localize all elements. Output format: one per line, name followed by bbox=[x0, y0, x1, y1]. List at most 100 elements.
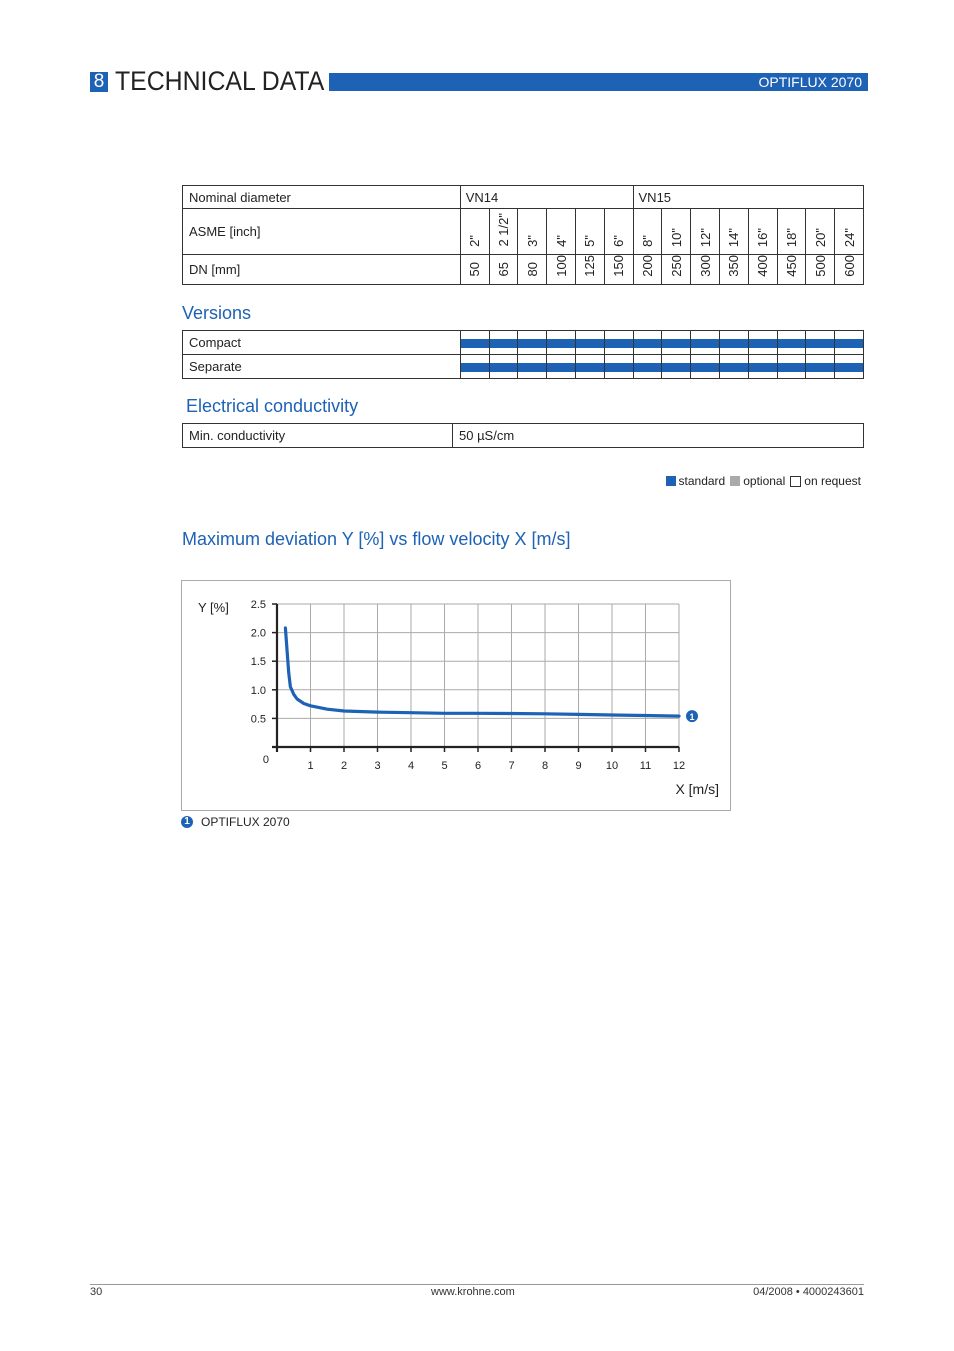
availability-cell bbox=[574, 330, 605, 355]
availability-cell bbox=[603, 354, 634, 379]
dn-value: 65 bbox=[495, 262, 511, 277]
dn-cell: 200 bbox=[632, 254, 663, 285]
dn-value: 350 bbox=[726, 255, 742, 277]
asme-row: ASME [inch] 2" 2 1/2" 3" 4" 5" 6" 8" 10" 12" 14" 1… bbox=[182, 208, 864, 255]
availability-cell bbox=[805, 330, 836, 355]
availability-cell bbox=[834, 330, 864, 355]
x-tick-label: 4 bbox=[408, 760, 414, 772]
asme-cell: 2" bbox=[459, 208, 490, 255]
availability-bar-standard bbox=[835, 363, 863, 372]
availability-bar-standard bbox=[691, 339, 719, 348]
asme-value: 16" bbox=[755, 227, 771, 247]
page-title: TECHNICAL DATA bbox=[115, 66, 325, 96]
dn-label: DN [mm] bbox=[182, 254, 461, 285]
dn-cell: 450 bbox=[776, 254, 807, 285]
diameter-table: Nominal diameter VN14 VN15 ASME [inch] 2… bbox=[182, 185, 865, 285]
availability-bar-standard bbox=[719, 339, 748, 348]
y-tick-label: 1.0 bbox=[251, 685, 266, 697]
conductivity-value: 50 µS/cm bbox=[452, 423, 864, 448]
availability-bar-standard bbox=[748, 339, 777, 348]
asme-cell: 20" bbox=[805, 208, 836, 255]
versions-table: Compact Separate bbox=[182, 330, 864, 379]
nominal-label: Nominal diameter bbox=[182, 185, 461, 209]
availability-bar-standard bbox=[460, 363, 489, 372]
dn-cell: 500 bbox=[805, 254, 836, 285]
dn-value: 500 bbox=[812, 255, 828, 277]
availability-cell bbox=[661, 330, 692, 355]
availability-bar-standard bbox=[691, 363, 719, 372]
product-name: OPTIFLUX 2070 bbox=[758, 74, 863, 90]
conductivity-label: Min. conductivity bbox=[182, 423, 453, 448]
asme-value: 5" bbox=[582, 235, 598, 247]
asme-value: 8" bbox=[639, 235, 655, 247]
availability-cell bbox=[517, 330, 548, 355]
asme-cell: 3" bbox=[517, 208, 548, 255]
availability-cell bbox=[574, 354, 605, 379]
x-tick-label: 10 bbox=[606, 760, 618, 772]
x-tick-label: 7 bbox=[508, 760, 514, 772]
dn-cell: 300 bbox=[690, 254, 720, 285]
availability-cell bbox=[459, 330, 490, 355]
asme-value: 14" bbox=[726, 227, 742, 247]
asme-cell: 10" bbox=[661, 208, 692, 255]
dn-cell: 400 bbox=[747, 254, 778, 285]
availability-bar-standard bbox=[518, 339, 547, 348]
availability-cell bbox=[632, 354, 663, 379]
availability-bar-standard bbox=[719, 363, 748, 372]
y-axis-label: Y [%] bbox=[198, 600, 229, 615]
dn-value: 300 bbox=[697, 255, 713, 277]
y-tick-label: 1.5 bbox=[251, 656, 266, 668]
availability-bar-standard bbox=[633, 363, 662, 372]
dn-value: 100 bbox=[553, 255, 569, 277]
website-link[interactable]: www.krohne.com bbox=[431, 1286, 515, 1298]
asme-label: ASME [inch] bbox=[182, 208, 461, 255]
x-tick-label: 2 bbox=[341, 760, 347, 772]
dn-value: 600 bbox=[841, 255, 857, 277]
dn-cell: 50 bbox=[459, 254, 490, 285]
versions-heading: Versions bbox=[182, 303, 252, 323]
section-number-badge: 8 bbox=[90, 72, 108, 92]
x-tick-label: 5 bbox=[441, 760, 447, 772]
legend: standard optional on request bbox=[665, 474, 863, 488]
availability-cell bbox=[546, 330, 576, 355]
availability-cell bbox=[776, 354, 807, 379]
x-tick-label: 1 bbox=[307, 760, 313, 772]
availability-bar-standard bbox=[662, 339, 691, 348]
group-vn14: VN14 bbox=[459, 185, 634, 209]
availability-cell bbox=[488, 330, 519, 355]
availability-cell bbox=[834, 354, 864, 379]
version-row: Separate bbox=[182, 354, 864, 379]
availability-bar-standard bbox=[777, 339, 806, 348]
dn-cell: 65 bbox=[488, 254, 519, 285]
availability-cell bbox=[805, 354, 836, 379]
availability-cell bbox=[632, 330, 663, 355]
dn-value: 80 bbox=[524, 262, 540, 277]
availability-bar-standard bbox=[489, 339, 518, 348]
legend-swatch-optional bbox=[730, 476, 741, 486]
x-axis-label: X [m/s] bbox=[675, 781, 719, 797]
asme-cell: 5" bbox=[574, 208, 605, 255]
group-vn15: VN15 bbox=[632, 185, 865, 209]
asme-value: 2 1/2" bbox=[495, 213, 511, 247]
dn-cell: 250 bbox=[661, 254, 692, 285]
availability-cell bbox=[718, 354, 749, 379]
asme-cell: 12" bbox=[690, 208, 720, 255]
asme-value: 20" bbox=[812, 227, 828, 247]
x-tick-label: 6 bbox=[475, 760, 481, 772]
dn-cell: 100 bbox=[546, 254, 576, 285]
document-reference: 04/2008 • 4000243601 bbox=[753, 1286, 864, 1298]
y-tick-label: 0.5 bbox=[251, 713, 266, 725]
conductivity-heading: Electrical conductivity bbox=[186, 396, 359, 416]
availability-bar-standard bbox=[547, 363, 575, 372]
availability-bar-standard bbox=[575, 339, 604, 348]
availability-cell bbox=[718, 330, 749, 355]
legend-label: standard bbox=[678, 474, 726, 488]
availability-bar-standard bbox=[662, 363, 691, 372]
dn-value: 150 bbox=[611, 255, 627, 277]
availability-bar-standard bbox=[604, 363, 633, 372]
x-tick-label: 12 bbox=[673, 760, 685, 772]
legend-swatch-on-request bbox=[790, 475, 802, 487]
asme-value: 6" bbox=[611, 235, 627, 247]
legend-label: on request bbox=[804, 474, 861, 488]
dn-row: DN [mm] 50 65 80 100 125 150 200 250 300 350 400 45… bbox=[182, 254, 864, 285]
